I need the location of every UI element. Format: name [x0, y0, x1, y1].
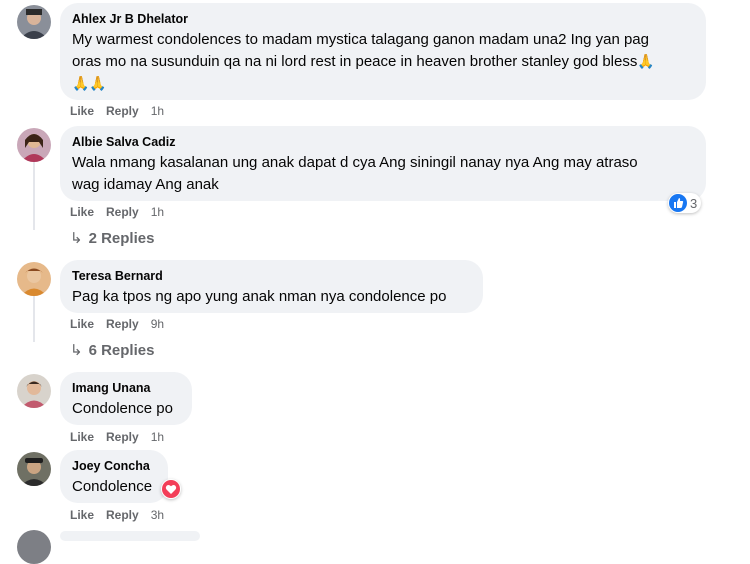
avatar[interactable] [17, 5, 51, 39]
comment-bubble: Teresa Bernard Pag ka tpos ng apo yung a… [60, 260, 483, 313]
avatar[interactable] [17, 128, 51, 162]
comment-actions: Like Reply 1h [70, 430, 176, 444]
comment-bubble [60, 531, 200, 541]
reply-link[interactable]: Reply [106, 508, 139, 522]
reply-link[interactable]: Reply [106, 205, 139, 219]
pray-emoji-icon: 🙏 [637, 54, 655, 70]
avatar[interactable] [17, 452, 51, 486]
comment-actions: Like Reply 1h [70, 104, 176, 118]
comment-author[interactable]: Teresa Bernard [72, 268, 471, 284]
thread-line [33, 296, 35, 342]
reply-arrow-icon: ↳ [70, 230, 83, 247]
reply-link[interactable]: Reply [106, 104, 139, 118]
heart-reaction-icon [162, 480, 180, 498]
comment-actions: Like Reply 1h [70, 205, 176, 219]
comment-actions: Like Reply 9h [70, 317, 176, 331]
avatar[interactable] [17, 262, 51, 296]
like-link[interactable]: Like [70, 317, 94, 331]
reply-arrow-icon: ↳ [70, 342, 83, 359]
comment-bubble: Imang Unana Condolence po [60, 372, 192, 425]
reply-link[interactable]: Reply [106, 317, 139, 331]
comment-time[interactable]: 1h [151, 205, 164, 219]
comment-text-line: My warmest condolences to madam mystica … [72, 31, 649, 48]
like-link[interactable]: Like [70, 104, 94, 118]
comment-text-line: Pag ka tpos ng apo yung anak nman nya co… [72, 288, 447, 305]
comment-text-line: Condolence po [72, 400, 173, 417]
comment-author[interactable]: Imang Unana [72, 380, 180, 396]
replies-label: 6 Replies [88, 342, 155, 359]
comment-author[interactable]: Joey Concha [72, 458, 156, 474]
comment-bubble: Ahlex Jr B Dhelator My warmest condolenc… [60, 3, 706, 100]
comment-text-line: Condolence [72, 478, 153, 495]
thread-line [33, 162, 35, 230]
comment-author[interactable]: Albie Salva Cadiz [72, 134, 694, 150]
comment-text-line: wag idamay Ang anak [72, 176, 219, 193]
like-link[interactable]: Like [70, 430, 94, 444]
comment-bubble: Joey Concha Condolence [60, 450, 168, 503]
comment-text-line: oras mo na susunduin qa na ni lord rest … [72, 53, 638, 70]
comment-time[interactable]: 9h [151, 317, 164, 331]
reply-link[interactable]: Reply [106, 430, 139, 444]
comment-author[interactable]: Ahlex Jr B Dhelator [72, 11, 694, 27]
reaction-summary[interactable]: 3 [668, 193, 702, 213]
comment-text-line: Wala nmang kasalanan ung anak dapat d cy… [72, 154, 638, 171]
comment-time[interactable]: 1h [151, 104, 164, 118]
comment-actions: Like Reply 3h [70, 508, 176, 522]
comment-bubble: Albie Salva Cadiz Wala nmang kasalanan u… [60, 126, 706, 201]
reaction-summary[interactable] [161, 479, 181, 499]
avatar[interactable] [17, 530, 51, 564]
reaction-count: 3 [690, 195, 698, 211]
view-replies-button[interactable]: ↳ 6 Replies [70, 342, 154, 360]
like-reaction-icon [669, 194, 687, 212]
replies-label: 2 Replies [88, 230, 155, 247]
avatar[interactable] [17, 374, 51, 408]
pray-emoji-icon: 🙏🙏 [72, 76, 107, 92]
like-link[interactable]: Like [70, 205, 94, 219]
comment-time[interactable]: 3h [151, 508, 164, 522]
view-replies-button[interactable]: ↳ 2 Replies [70, 230, 154, 248]
like-link[interactable]: Like [70, 508, 94, 522]
comment-time[interactable]: 1h [151, 430, 164, 444]
